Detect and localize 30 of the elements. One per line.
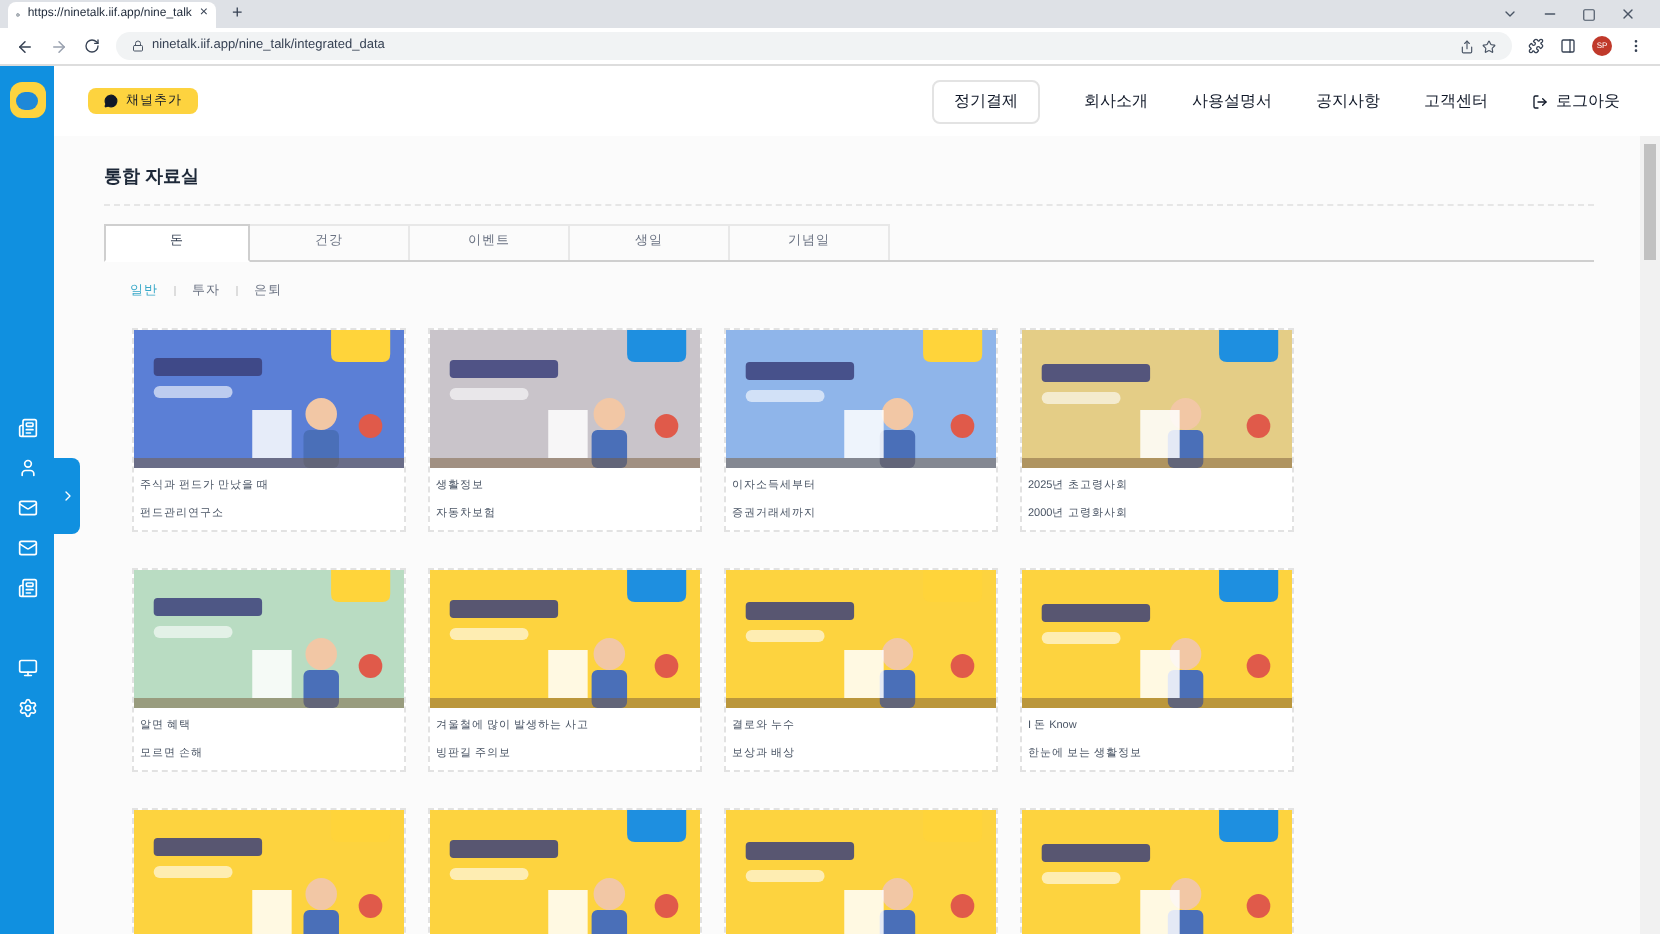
news-icon[interactable] <box>17 578 37 598</box>
side-panel-icon[interactable] <box>1560 38 1576 54</box>
nav-link[interactable]: 회사소개 <box>1084 89 1148 113</box>
news-icon[interactable] <box>17 418 37 438</box>
tab-list-icon[interactable] <box>1502 6 1518 22</box>
mail-icon[interactable] <box>17 538 37 558</box>
settings-icon[interactable] <box>17 698 37 718</box>
nav-link[interactable]: 사용설명서 <box>1192 89 1272 113</box>
reload-icon[interactable] <box>84 38 100 54</box>
mail-icon[interactable] <box>17 498 37 518</box>
page-title: 통합 자료실 <box>104 164 1594 205</box>
app-logo[interactable] <box>9 82 45 118</box>
monitor-icon[interactable] <box>17 658 37 678</box>
share-icon[interactable] <box>1460 39 1474 53</box>
maximize-icon[interactable] <box>1582 7 1596 21</box>
close-icon[interactable] <box>1620 6 1636 22</box>
scrollbar[interactable] <box>1640 136 1660 934</box>
payment-button[interactable]: 정기결제 <box>932 79 1040 123</box>
lock-icon <box>132 40 144 52</box>
nav-link[interactable]: 공지사항 <box>1316 89 1380 113</box>
new-tab-button[interactable]: + <box>232 0 243 26</box>
forward-icon[interactable] <box>50 37 68 55</box>
extensions-icon[interactable] <box>1528 38 1544 54</box>
back-icon[interactable] <box>16 37 34 55</box>
logout-icon <box>1532 93 1548 109</box>
logout-link[interactable]: 로그아웃 <box>1532 89 1620 113</box>
chat-icon <box>104 94 118 108</box>
user-icon[interactable] <box>17 458 37 478</box>
bookmark-icon[interactable] <box>1482 39 1496 53</box>
nav-link[interactable]: 고객센터 <box>1424 89 1488 113</box>
